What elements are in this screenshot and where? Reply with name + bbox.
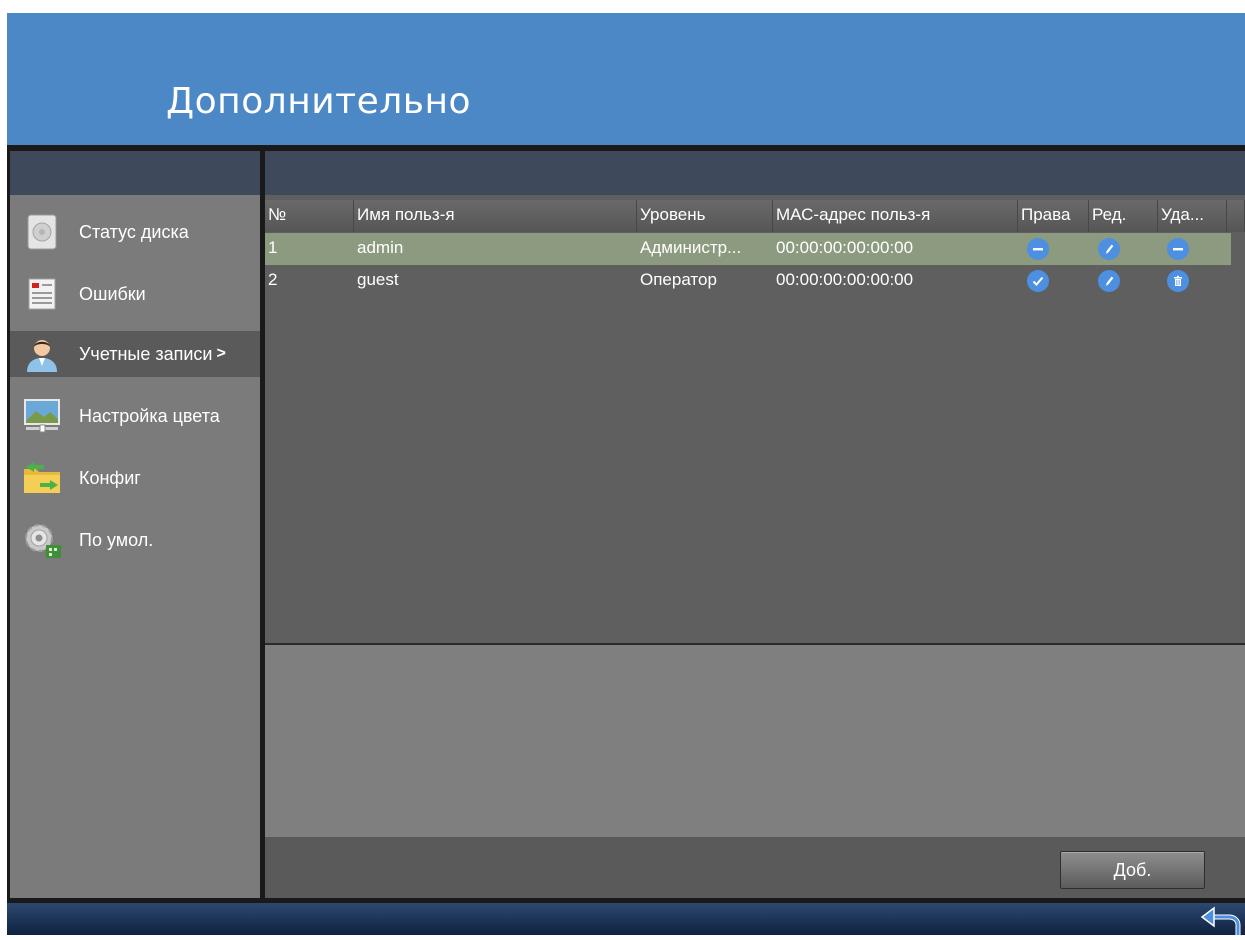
content-header <box>265 151 1245 195</box>
cell-edit <box>1089 265 1158 297</box>
table-row[interactable]: 2 guest Оператор 00:00:00:00:00:00 <box>265 265 1231 297</box>
cell-no: 2 <box>268 270 278 289</box>
sidebar-item-errors[interactable]: Ошибки <box>10 265 260 323</box>
content-panel: № Имя польз-я Уровень МАС-адрес польз-я … <box>265 151 1245 898</box>
table-row[interactable]: 1 admin Администр... 00:00:00:00:00:00 <box>265 233 1231 265</box>
cell-level: Оператор <box>640 270 717 289</box>
sidebar-item-label: По умол. <box>79 529 154 550</box>
minus-icon[interactable] <box>1027 238 1049 260</box>
cell-no: 1 <box>268 238 278 257</box>
back-arrow-icon[interactable] <box>1198 905 1242 935</box>
page-title: Дополнительно <box>166 81 472 122</box>
cell-username: guest <box>357 270 399 289</box>
sidebar-item-config[interactable]: Конфиг <box>10 449 260 507</box>
column-header-mac[interactable]: МАС-адрес польз-я <box>773 200 1018 232</box>
cell-mac: 00:00:00:00:00:00 <box>776 238 914 257</box>
column-header-username[interactable]: Имя польз-я <box>354 200 637 232</box>
column-header-no[interactable]: № <box>265 200 354 232</box>
user-icon <box>22 334 62 374</box>
cell-mac: 00:00:00:00:00:00 <box>776 270 914 289</box>
minus-icon[interactable] <box>1167 238 1189 260</box>
cell-rights <box>1018 233 1089 265</box>
footer-bar: Доб. <box>265 837 1245 898</box>
edit-icon[interactable] <box>1098 238 1120 260</box>
column-header-rights[interactable]: Права <box>1018 200 1089 232</box>
sidebar-item-disk-status[interactable]: Статус диска <box>10 203 260 261</box>
add-button[interactable]: Доб. <box>1060 851 1205 889</box>
gear-default-icon <box>22 520 62 560</box>
sidebar-item-label: Статус диска <box>79 221 189 242</box>
cell-level: Администр... <box>640 238 742 257</box>
folder-transfer-icon <box>22 458 62 498</box>
check-icon[interactable] <box>1027 270 1049 292</box>
column-header-filler <box>1227 200 1245 232</box>
disk-icon <box>22 212 62 252</box>
cell-delete <box>1158 233 1227 265</box>
sidebar-item-defaults[interactable]: По умол. <box>10 511 260 569</box>
cell-edit <box>1089 233 1158 265</box>
sidebar-item-accounts[interactable]: Учетные записи > <box>10 331 260 377</box>
image-color-icon <box>22 396 62 436</box>
column-header-delete[interactable]: Уда... <box>1158 200 1227 232</box>
sidebar: Статус диска Ошибки Учетные записи > Нас… <box>10 151 260 898</box>
column-header-edit[interactable]: Ред. <box>1089 200 1158 232</box>
cell-rights <box>1018 265 1089 297</box>
sidebar-item-color-settings[interactable]: Настройка цвета <box>10 387 260 445</box>
sidebar-item-label: Конфиг <box>79 467 141 488</box>
log-icon <box>22 274 62 314</box>
header-bar: Дополнительно <box>7 13 1245 145</box>
sidebar-item-label: Учетные записи <box>79 343 213 364</box>
user-table: № Имя польз-я Уровень МАС-адрес польз-я … <box>265 195 1245 643</box>
edit-icon[interactable] <box>1098 270 1120 292</box>
cell-username: admin <box>357 238 404 257</box>
sidebar-item-label: Настройка цвета <box>79 405 220 426</box>
chevron-right-icon: > <box>216 345 226 362</box>
sidebar-header <box>10 151 260 195</box>
table-header: № Имя польз-я Уровень МАС-адрес польз-я … <box>265 200 1245 232</box>
details-panel <box>265 645 1245 837</box>
status-bar <box>7 903 1245 935</box>
sidebar-item-label: Ошибки <box>79 283 146 304</box>
cell-delete <box>1158 265 1227 297</box>
column-header-level[interactable]: Уровень <box>637 200 773 232</box>
trash-icon[interactable] <box>1167 270 1189 292</box>
